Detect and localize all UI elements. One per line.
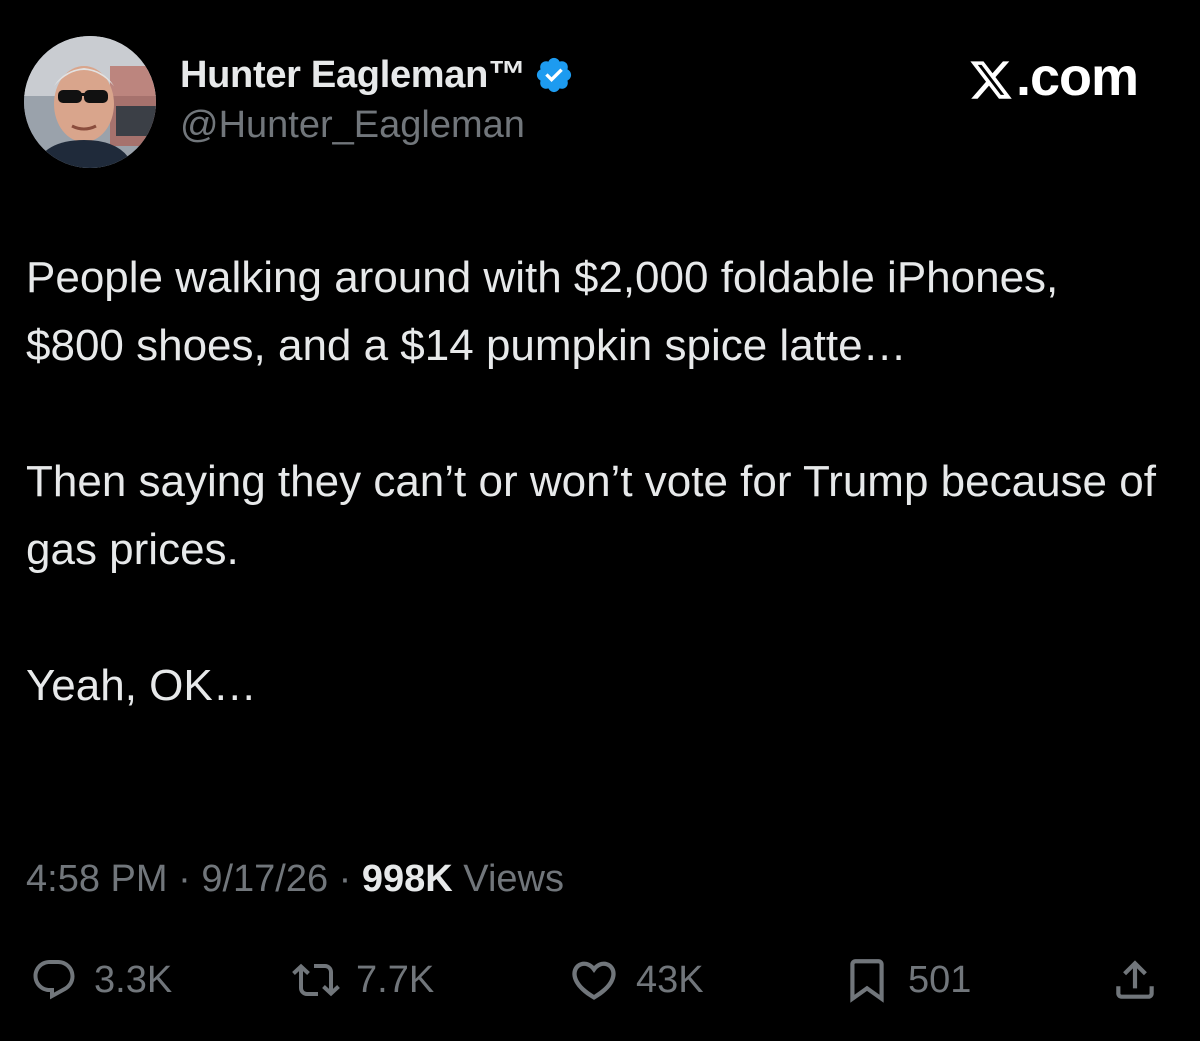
- verified-badge-icon: [534, 55, 574, 95]
- like-count: 43K: [636, 958, 704, 1001]
- tweet-text: People walking around with $2,000 foldab…: [26, 244, 1166, 720]
- reply-count: 3.3K: [94, 958, 173, 1001]
- share-button[interactable]: [1110, 948, 1160, 1012]
- repost-count: 7.7K: [356, 958, 435, 1001]
- action-bar: 3.3K 7.7K 43K 501: [0, 948, 1200, 1012]
- meta-separator: ·: [338, 858, 352, 900]
- tweet-meta: 4:58 PM · 9/17/26 · 998K Views: [26, 858, 564, 901]
- views-count: 998K: [361, 858, 453, 900]
- display-name[interactable]: Hunter Eagleman™: [180, 54, 526, 97]
- heart-icon: [568, 954, 620, 1006]
- bookmark-icon: [842, 955, 892, 1005]
- bookmark-button[interactable]: 501: [842, 948, 971, 1012]
- brand-watermark: .com: [968, 46, 1139, 108]
- reply-icon: [30, 956, 78, 1004]
- tweet-paragraph: People walking around with $2,000 foldab…: [26, 253, 1059, 370]
- avatar[interactable]: [24, 36, 156, 168]
- x-logo-icon: [968, 54, 1014, 100]
- user-handle[interactable]: @Hunter_Eagleman: [180, 104, 574, 147]
- like-button[interactable]: 43K: [568, 948, 704, 1012]
- tweet-time[interactable]: 4:58 PM: [26, 858, 168, 900]
- views-label: Views: [463, 858, 564, 900]
- reply-button[interactable]: 3.3K: [30, 948, 172, 1012]
- share-icon: [1110, 955, 1160, 1005]
- tweet-paragraph: Then saying they can’t or won’t vote for…: [26, 457, 1156, 574]
- brand-label: .com: [1015, 47, 1139, 107]
- user-info: Hunter Eagleman™ @Hunter_Eagleman: [180, 50, 574, 147]
- tweet-card: Hunter Eagleman™ @Hunter_Eagleman .com P…: [0, 0, 1200, 1041]
- tweet-paragraph: Yeah, OK…: [26, 661, 257, 710]
- tweet-date[interactable]: 9/17/26: [201, 858, 328, 900]
- repost-button[interactable]: 7.7K: [292, 948, 434, 1012]
- repost-icon: [292, 956, 340, 1004]
- bookmark-count: 501: [908, 958, 972, 1001]
- name-row: Hunter Eagleman™: [180, 50, 574, 100]
- meta-separator: ·: [178, 858, 191, 900]
